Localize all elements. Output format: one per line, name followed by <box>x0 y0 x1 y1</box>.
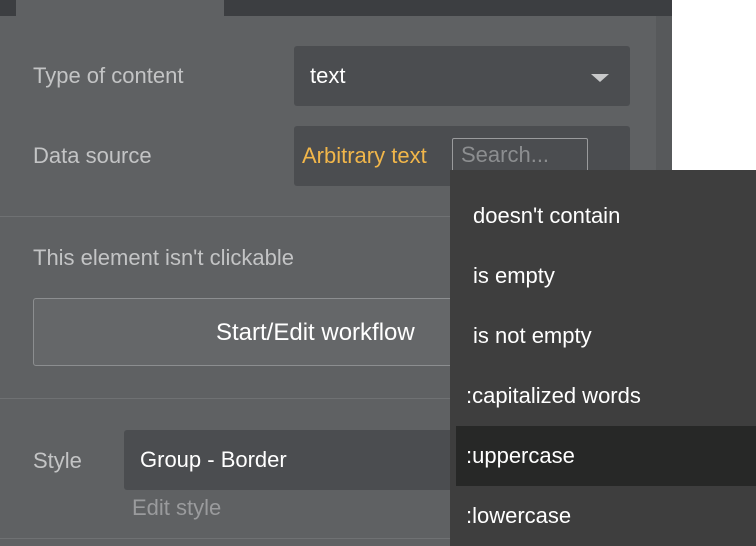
start-edit-workflow-button[interactable]: Start/Edit workflow <box>33 298 473 366</box>
menu-item-lowercase[interactable]: :lowercase <box>456 486 756 546</box>
panel-tab-active[interactable] <box>16 0 224 16</box>
style-value: Group - Border <box>140 447 287 472</box>
clickable-notice: This element isn't clickable <box>33 245 294 270</box>
search-input[interactable] <box>452 138 588 172</box>
style-dropdown[interactable]: Group - Border <box>124 430 464 490</box>
operator-dropdown-menu: doesn't contain is empty is not empty :c… <box>450 170 756 546</box>
chevron-down-icon <box>591 74 609 82</box>
data-source-label: Data source <box>33 143 152 168</box>
menu-item-is-empty[interactable]: is empty <box>456 246 756 306</box>
menu-item-capitalized-words[interactable]: :capitalized words <box>456 366 756 426</box>
type-of-content-label: Type of content <box>33 63 184 88</box>
data-source-value[interactable]: Arbitrary text <box>302 142 427 170</box>
menu-item-doesnt-contain[interactable]: doesn't contain <box>456 186 756 246</box>
type-of-content-dropdown[interactable]: text <box>294 46 630 106</box>
style-label: Style <box>33 448 82 473</box>
edit-style-link[interactable]: Edit style <box>132 494 221 522</box>
panel-tab-bar <box>0 0 672 16</box>
menu-item-uppercase[interactable]: :uppercase <box>456 426 756 486</box>
type-of-content-value: text <box>310 63 346 88</box>
menu-item-is-not-empty[interactable]: is not empty <box>456 306 756 366</box>
